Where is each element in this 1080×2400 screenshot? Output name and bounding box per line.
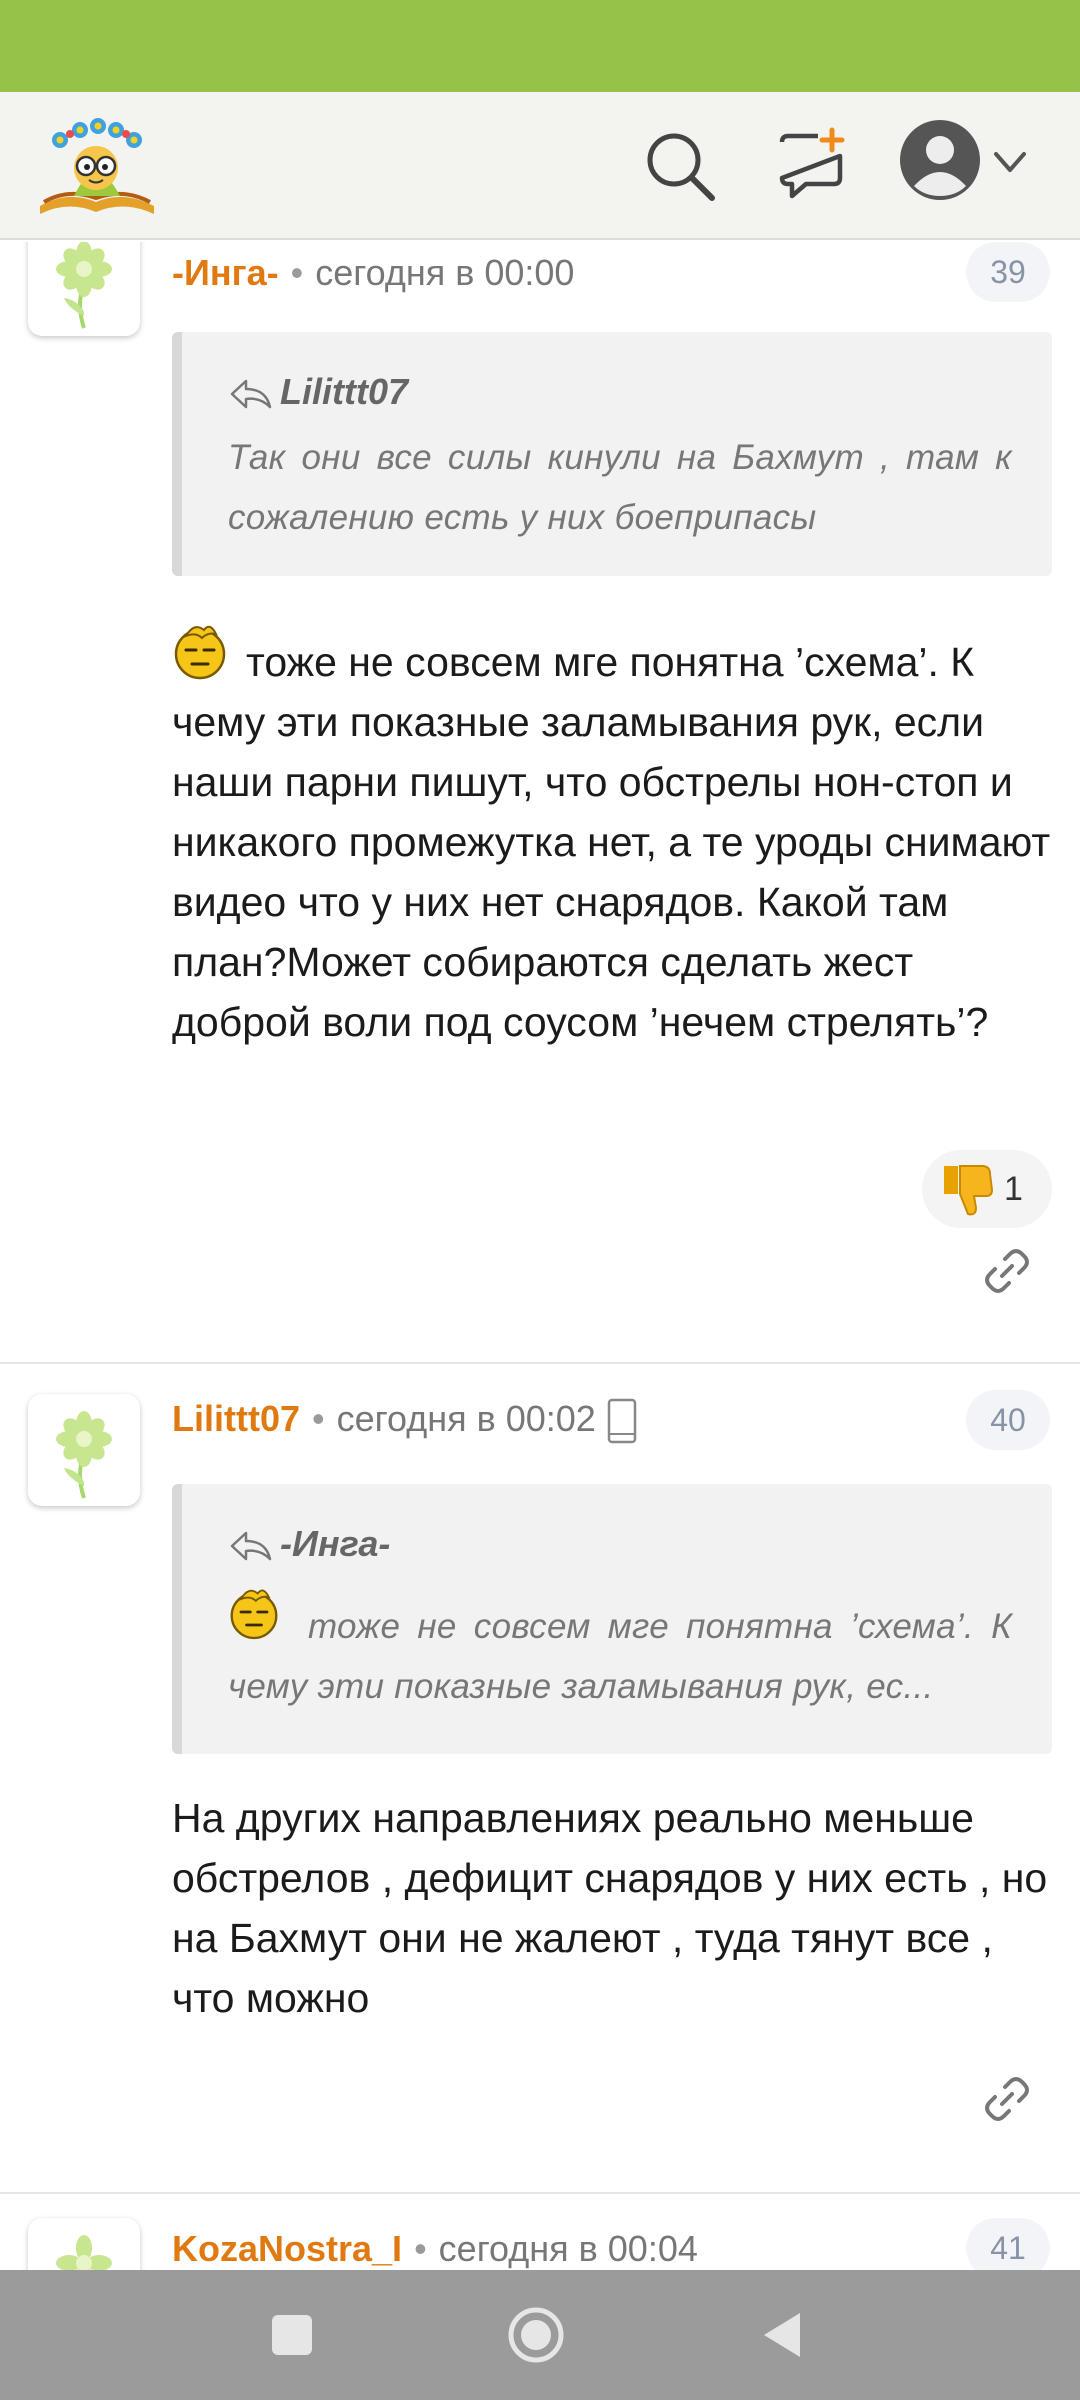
link-icon[interactable] [982,1246,1032,1296]
comment-text: На других направлениях реально меньше об… [172,1795,1048,2021]
home-button[interactable] [506,2305,566,2365]
chevron-down-icon[interactable] [992,144,1028,180]
quote-text: Так они все силы кинули на Бахмут , там … [228,438,1012,537]
recent-apps-button[interactable] [262,2305,322,2365]
quote-author: -Инга- [280,1523,391,1564]
sleepy-smiley-icon [230,1589,278,1640]
comment-meta: KozaNostra_I • сегодня в 00:04 [172,2224,698,2270]
comment-meta: Lilittt07 • сегодня в 00:02 [172,1394,638,1444]
separator-dot: • [312,1398,325,1439]
avatar[interactable] [28,2218,140,2270]
quote-text-content: тоже не совсем мге понятна ’схема’. К че… [228,1607,1012,1706]
app-header [0,92,1080,240]
comment-meta: -Инга- • сегодня в 00:00 [172,248,574,298]
comment-author[interactable]: -Инга- [172,252,279,293]
quote-block[interactable]: Lilittt07 Так они все силы кинули на Бах… [172,332,1052,576]
quote-header: -Инга- [228,1520,1012,1568]
comment-text: тоже не совсем мге понятна ’схема’. К че… [172,639,1051,1045]
sleepy-smiley-icon [174,625,226,680]
separator-dot: • [290,252,304,293]
comment-time[interactable]: сегодня в 00:04 [439,2228,698,2269]
user-avatar-icon[interactable] [898,118,982,202]
reply-arrow-icon [230,1532,272,1561]
status-bar [0,0,1080,92]
avatar[interactable] [28,1394,140,1506]
divider [0,2192,1080,2194]
quote-block[interactable]: -Инга- тоже не совсем мге понятна ’схема… [172,1484,1052,1754]
comment-number-badge[interactable]: 39 [966,242,1050,302]
reaction-button[interactable]: 1 [922,1150,1052,1228]
comment-body: На других направлениях реально меньше об… [172,1788,1052,2028]
quote-text: тоже не совсем мге понятна ’схема’. К че… [228,1584,1012,1717]
comment-author[interactable]: KozaNostra_I [172,2228,402,2269]
search-icon[interactable] [640,126,720,206]
divider [0,1362,1080,1364]
site-logo[interactable] [34,110,160,220]
reaction-count: 1 [1004,1170,1023,1208]
comments-feed[interactable]: -Инга- • сегодня в 00:00 39 Lilittt07 Так … [0,242,1080,2270]
reply-arrow-icon [230,380,272,409]
quote-author: Lilittt07 [280,371,409,412]
quote-header: Lilittt07 [228,368,1012,416]
separator-dot: • [414,2228,427,2269]
comment-number-badge[interactable]: 41 [966,2218,1050,2270]
comment-number-badge[interactable]: 40 [966,1390,1050,1450]
comment-author[interactable]: Lilittt07 [172,1398,300,1439]
system-nav-bar [0,2270,1080,2400]
add-comment-icon[interactable] [772,126,852,206]
link-icon[interactable] [982,2074,1032,2124]
comment-time[interactable]: сегодня в 00:00 [315,252,574,293]
back-button[interactable] [752,2305,812,2365]
comment-time[interactable]: сегодня в 00:02 [337,1398,596,1439]
avatar[interactable] [28,242,140,336]
mobile-phone-icon [607,1399,637,1444]
thumbs-down-icon [944,1165,994,1216]
comment-body: тоже не совсем мге понятна ’схема’. К че… [172,620,1052,1052]
